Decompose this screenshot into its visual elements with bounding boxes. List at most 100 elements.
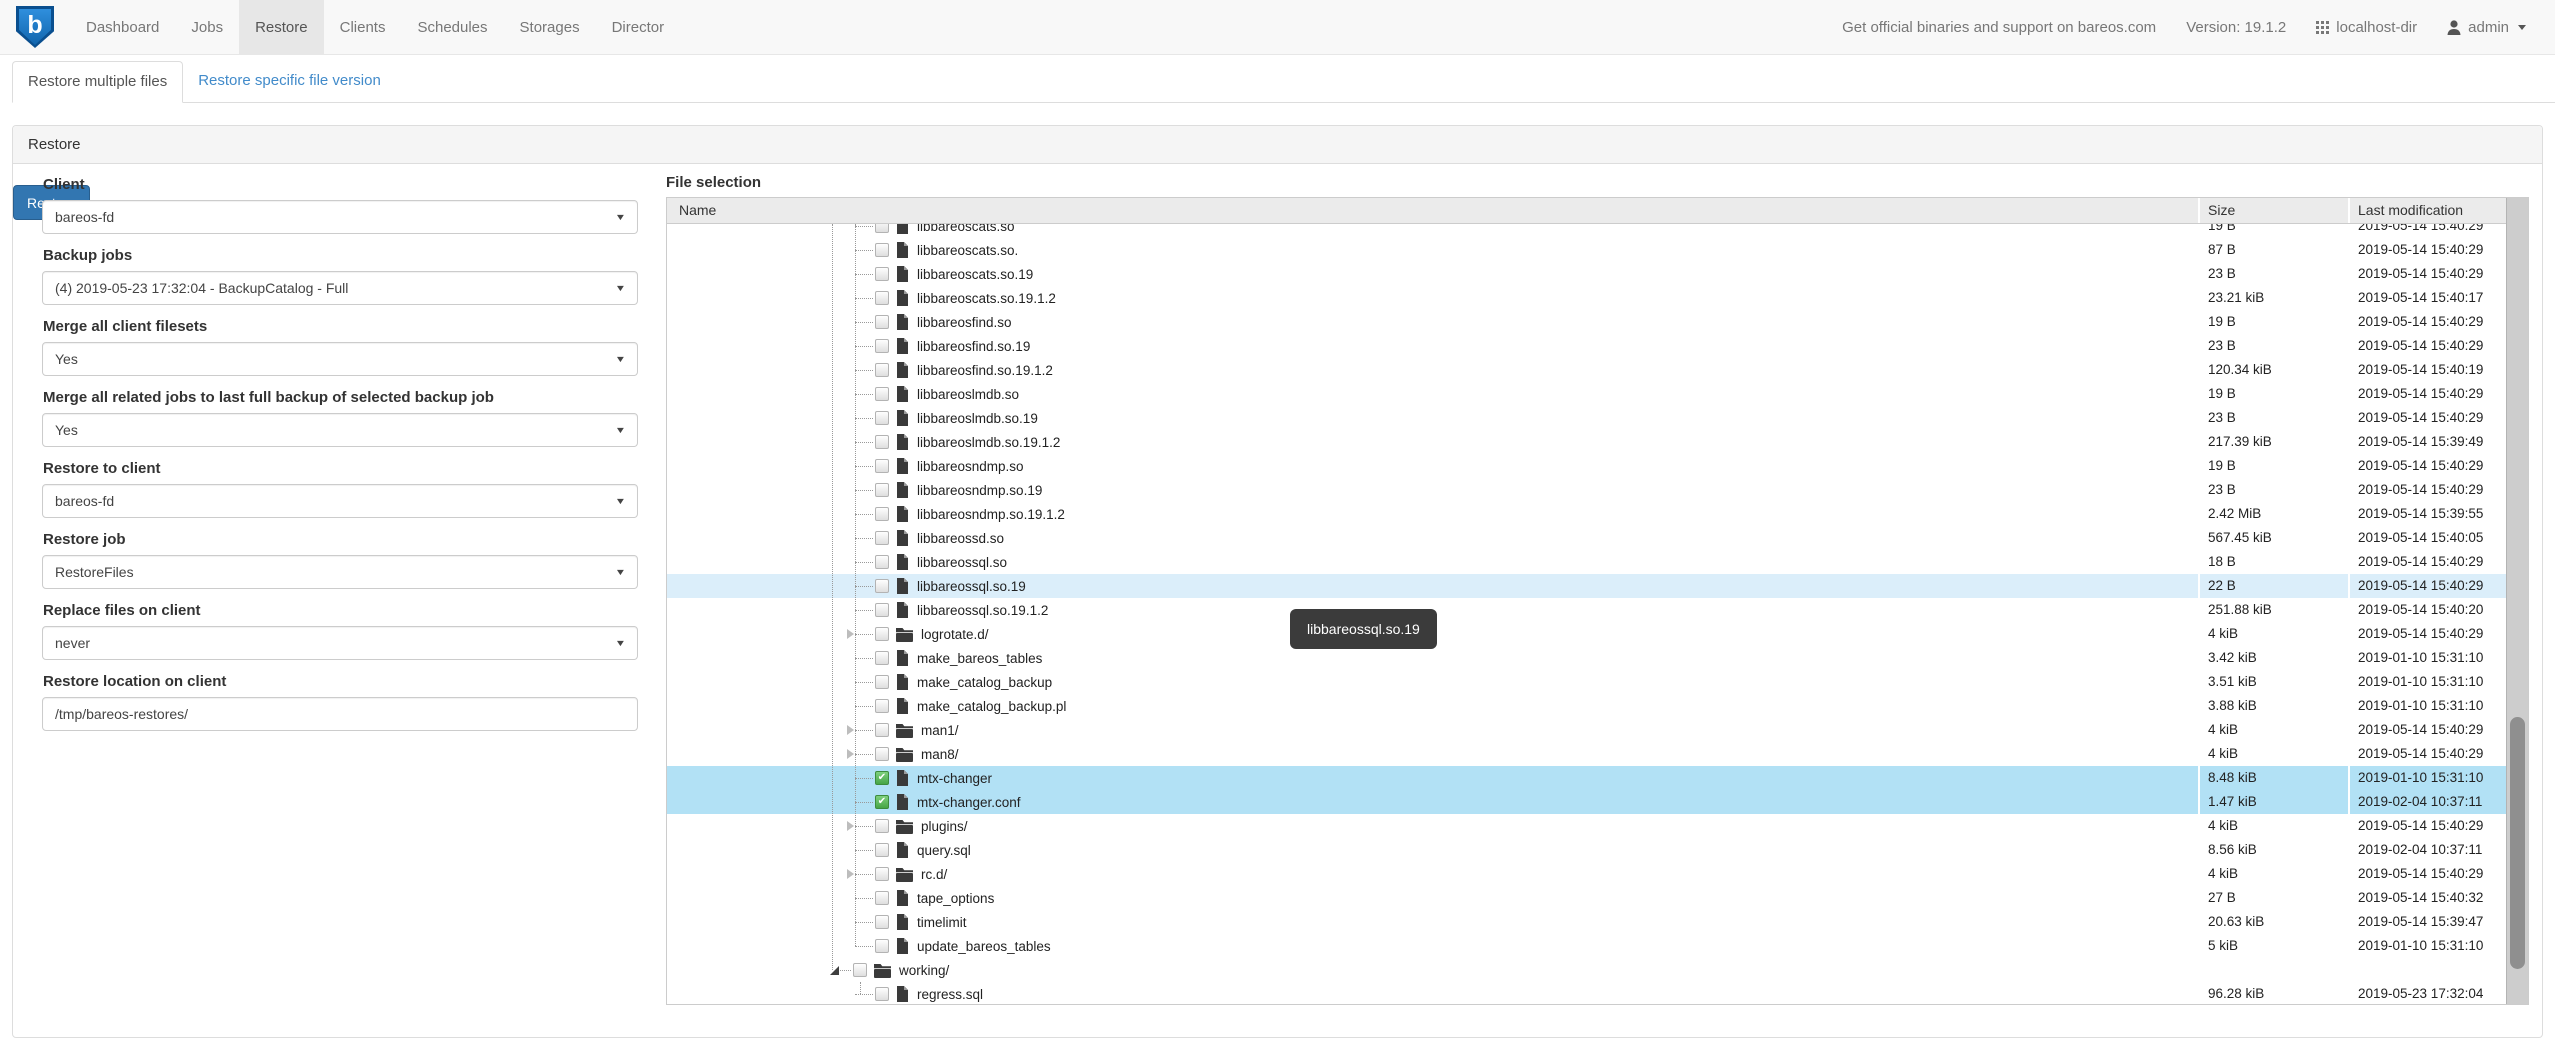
file-checkbox[interactable] — [875, 675, 889, 689]
column-header-last-modification[interactable]: Last modification — [2348, 198, 2528, 223]
file-checkbox[interactable] — [853, 963, 867, 977]
file-checkbox[interactable] — [875, 507, 889, 521]
file-checkbox[interactable] — [875, 915, 889, 929]
expand-icon[interactable] — [847, 749, 854, 759]
field-control[interactable]: never ▼ — [42, 626, 638, 660]
column-header-name[interactable]: Name — [667, 198, 2198, 223]
scrollbar-thumb[interactable] — [2510, 717, 2525, 969]
file-checkbox[interactable] — [875, 819, 889, 833]
text-input[interactable]: /tmp/bareos-restores/ ▼ — [42, 697, 638, 731]
file-row[interactable]: libbareoslmdb.so.19.1.2 217.39 kiB 2019-… — [667, 430, 2528, 454]
file-row[interactable]: logrotate.d/ 4 kiB 2019-05-14 15:40:29 — [667, 622, 2528, 646]
tab-restore-specific-file-version[interactable]: Restore specific file version — [183, 61, 396, 102]
user-menu[interactable]: admin — [2432, 0, 2541, 55]
expand-icon[interactable] — [847, 629, 854, 639]
file-checkbox[interactable] — [875, 483, 889, 497]
file-row[interactable]: libbareossql.so.19 22 B 2019-05-14 15:40… — [667, 574, 2528, 598]
expand-icon[interactable] — [847, 821, 854, 831]
name-cell: libbareosndmp.so.19 — [667, 478, 2198, 502]
nav-link-jobs[interactable]: Jobs — [175, 0, 239, 55]
file-checkbox[interactable] — [875, 891, 889, 905]
file-row[interactable]: update_bareos_tables 5 kiB 2019-01-10 15… — [667, 934, 2528, 958]
file-checkbox[interactable] — [875, 579, 889, 593]
file-row[interactable]: mtx-changer 8.48 kiB 2019-01-10 15:31:10 — [667, 766, 2528, 790]
file-checkbox[interactable] — [875, 939, 889, 953]
field-control[interactable]: bareos-fd ▼ — [42, 484, 638, 518]
file-checkbox[interactable] — [875, 531, 889, 545]
file-row[interactable]: libbareosfind.so 19 B 2019-05-14 15:40:2… — [667, 310, 2528, 334]
file-icon — [896, 338, 909, 354]
field-control[interactable]: Yes ▼ — [42, 342, 638, 376]
file-row[interactable]: libbareoscats.so.19 23 B 2019-05-14 15:4… — [667, 262, 2528, 286]
nav-link-schedules[interactable]: Schedules — [401, 0, 503, 55]
file-checkbox[interactable] — [875, 627, 889, 641]
file-row[interactable]: man1/ 4 kiB 2019-05-14 15:40:29 — [667, 718, 2528, 742]
file-row[interactable]: libbareoscats.so.19.1.2 23.21 kiB 2019-0… — [667, 286, 2528, 310]
expand-icon[interactable] — [847, 869, 854, 879]
file-row[interactable]: timelimit 20.63 kiB 2019-05-14 15:39:47 — [667, 910, 2528, 934]
field-value: bareos-fd — [55, 209, 616, 225]
nav-link-dashboard[interactable]: Dashboard — [70, 0, 175, 55]
file-checkbox[interactable] — [875, 771, 889, 785]
file-checkbox[interactable] — [875, 339, 889, 353]
field-control[interactable]: (4) 2019-05-23 17:32:04 - BackupCatalog … — [42, 271, 638, 305]
file-row[interactable]: libbareosndmp.so.19 23 B 2019-05-14 15:4… — [667, 478, 2528, 502]
file-row[interactable]: make_catalog_backup 3.51 kiB 2019-01-10 … — [667, 670, 2528, 694]
nav-link-restore[interactable]: Restore — [239, 0, 324, 55]
bareos-logo[interactable]: b — [0, 0, 70, 54]
file-row[interactable]: man8/ 4 kiB 2019-05-14 15:40:29 — [667, 742, 2528, 766]
file-row[interactable]: libbareosndmp.so 19 B 2019-05-14 15:40:2… — [667, 454, 2528, 478]
file-checkbox[interactable] — [875, 411, 889, 425]
file-checkbox[interactable] — [875, 363, 889, 377]
file-row[interactable]: regress.sql 96.28 kiB 2019-05-23 17:32:0… — [667, 982, 2528, 1004]
director-selector[interactable]: localhost-dir — [2301, 0, 2432, 55]
nav-link-storages[interactable]: Storages — [504, 0, 596, 55]
file-row[interactable]: tape_options 27 B 2019-05-14 15:40:32 — [667, 886, 2528, 910]
file-row[interactable]: libbareoslmdb.so.19 23 B 2019-05-14 15:4… — [667, 406, 2528, 430]
file-icon — [896, 890, 909, 906]
file-checkbox[interactable] — [875, 603, 889, 617]
field-control[interactable]: Yes ▼ — [42, 413, 638, 447]
file-checkbox[interactable] — [875, 315, 889, 329]
file-row[interactable]: libbareossd.so 567.45 kiB 2019-05-14 15:… — [667, 526, 2528, 550]
file-row[interactable]: libbareosfind.so.19 23 B 2019-05-14 15:4… — [667, 334, 2528, 358]
file-checkbox[interactable] — [875, 459, 889, 473]
file-checkbox[interactable] — [875, 747, 889, 761]
file-row[interactable]: libbareoscats.so 19 B 2019-05-14 15:40:2… — [667, 224, 2528, 238]
expand-icon[interactable] — [847, 725, 854, 735]
file-row[interactable]: make_bareos_tables 3.42 kiB 2019-01-10 1… — [667, 646, 2528, 670]
tab-restore-multiple-files[interactable]: Restore multiple files — [13, 62, 182, 103]
file-checkbox[interactable] — [875, 243, 889, 257]
file-row[interactable]: libbareosfind.so.19.1.2 120.34 kiB 2019-… — [667, 358, 2528, 382]
file-checkbox[interactable] — [875, 987, 889, 1001]
file-row[interactable]: plugins/ 4 kiB 2019-05-14 15:40:29 — [667, 814, 2528, 838]
file-row[interactable]: make_catalog_backup.pl 3.88 kiB 2019-01-… — [667, 694, 2528, 718]
file-checkbox[interactable] — [875, 291, 889, 305]
file-checkbox[interactable] — [875, 224, 889, 233]
file-checkbox[interactable] — [875, 795, 889, 809]
file-row[interactable]: libbareossql.so.19.1.2 251.88 kiB 2019-0… — [667, 598, 2528, 622]
support-link[interactable]: Get official binaries and support on bar… — [1827, 0, 2171, 55]
field-control[interactable]: bareos-fd ▼ — [42, 200, 638, 234]
file-row[interactable]: rc.d/ 4 kiB 2019-05-14 15:40:29 — [667, 862, 2528, 886]
file-row[interactable]: query.sql 8.56 kiB 2019-02-04 10:37:11 — [667, 838, 2528, 862]
file-checkbox[interactable] — [875, 555, 889, 569]
file-row[interactable]: libbareossql.so 18 B 2019-05-14 15:40:29 — [667, 550, 2528, 574]
file-checkbox[interactable] — [875, 867, 889, 881]
file-checkbox[interactable] — [875, 267, 889, 281]
file-checkbox[interactable] — [875, 723, 889, 737]
file-row[interactable]: mtx-changer.conf 1.47 kiB 2019-02-04 10:… — [667, 790, 2528, 814]
field-control[interactable]: RestoreFiles ▼ — [42, 555, 638, 589]
file-row[interactable]: libbareoslmdb.so 19 B 2019-05-14 15:40:2… — [667, 382, 2528, 406]
file-row[interactable]: libbareosndmp.so.19.1.2 2.42 MiB 2019-05… — [667, 502, 2528, 526]
file-row[interactable]: working/ — [667, 958, 2528, 982]
file-checkbox[interactable] — [875, 651, 889, 665]
column-header-size[interactable]: Size — [2198, 198, 2348, 223]
file-checkbox[interactable] — [875, 387, 889, 401]
file-checkbox[interactable] — [875, 699, 889, 713]
file-checkbox[interactable] — [875, 435, 889, 449]
file-row[interactable]: libbareoscats.so. 87 B 2019-05-14 15:40:… — [667, 238, 2528, 262]
nav-link-director[interactable]: Director — [596, 0, 681, 55]
nav-link-clients[interactable]: Clients — [324, 0, 402, 55]
file-checkbox[interactable] — [875, 843, 889, 857]
